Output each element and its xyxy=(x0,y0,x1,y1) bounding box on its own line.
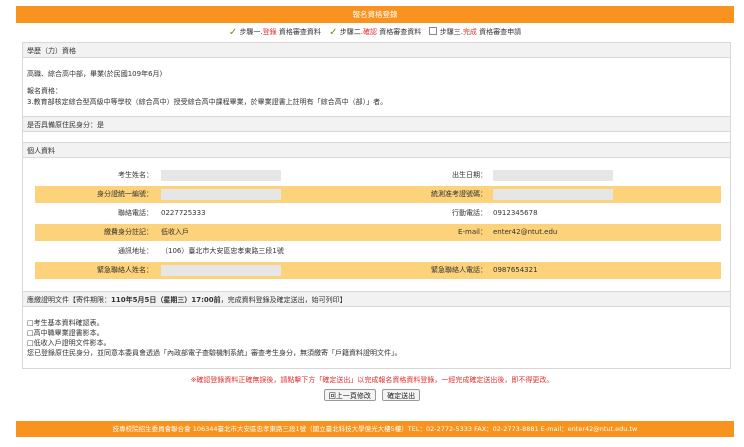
personal-row-name: 考生姓名： 出生日期： xyxy=(35,167,721,184)
page-title: 報名資格登錄 xyxy=(16,6,734,23)
back-button[interactable]: 回上一頁修改 xyxy=(323,389,376,401)
personal-row-id: 身分證統一編號： 統測准考證號碼： xyxy=(35,186,721,203)
emergency-phone-label: 緊急聯絡人電話： xyxy=(431,266,487,274)
unchecked-box-icon xyxy=(429,27,438,35)
address-label: 通訊地址： xyxy=(118,247,153,255)
email-label: E-mail： xyxy=(458,228,487,236)
education-heading: 學歷（力）資格 xyxy=(23,42,730,58)
document-item: □高中職畢業證書影本。 xyxy=(27,329,104,337)
personal-row-fee: 繳費身分註記： 低收入戶 E-mail： enter42@ntut.edu xyxy=(35,224,721,241)
id-value-masked xyxy=(161,189,281,200)
confirm-notice: ※確認登錄資料正確無誤後，請點擊下方「確定送出」以完成報名資格資料登錄，一經完成… xyxy=(190,376,554,384)
documents-heading: 應繳證明文件【寄件期限：110年5月5日（星期三）17:00前，完成資料登錄及確… xyxy=(23,291,730,307)
step-3: 步驟三.完成 資格審查申請 xyxy=(429,27,521,37)
footer-contact: 技專校院招生委員會聯合會 106344臺北市大安區忠孝東路三段1號（國立臺北科技… xyxy=(16,421,734,437)
document-item: □低收入戶證明文件影本。 xyxy=(27,339,111,347)
button-group: 回上一頁修改 確定送出 xyxy=(0,389,744,401)
birth-value-masked xyxy=(493,170,613,181)
education-line: 高職、綜合高中部，畢業(於民國109年6月) xyxy=(27,70,163,78)
progress-steps: ✓ 步驟一.登錄 資格審查資料 ✓ 步驟二.確認 資格審查資料 步驟三.完成 資… xyxy=(16,27,734,39)
submit-button[interactable]: 確定送出 xyxy=(382,389,421,401)
birth-label: 出生日期： xyxy=(452,171,487,179)
mobile-value: 0912345678 xyxy=(493,209,538,217)
eligibility-label: 報名資格： xyxy=(27,87,62,95)
exam-no-value-masked xyxy=(493,189,613,200)
fee-value: 低收入戶 xyxy=(161,228,189,236)
personal-row-emergency: 緊急聯絡人姓名： 緊急聯絡人電話： 0987654321 xyxy=(35,262,721,279)
fee-label: 繳費身分註記： xyxy=(104,228,153,236)
check-icon: ✓ xyxy=(329,27,338,38)
personal-heading: 個人資料 xyxy=(23,142,730,158)
exam-no-label: 統測准考證號碼： xyxy=(431,190,487,198)
step-1: ✓ 步驟一.登錄 資格審查資料 xyxy=(228,27,321,38)
email-value: enter42@ntut.edu xyxy=(493,228,558,236)
emergency-name-masked xyxy=(161,265,281,276)
eligibility-text: 3.教育部核定綜合型高級中等學校（綜合高中）授受綜合高中課程畢業，於畢業證書上註… xyxy=(27,98,388,106)
personal-row-address: 通訊地址： （106）臺北市大安區忠孝東路三段1號 xyxy=(35,243,721,260)
aboriginal-status: 是否具備原住民身分：是 xyxy=(23,116,730,132)
name-label: 考生姓名： xyxy=(118,171,153,179)
phone-value: 0227725333 xyxy=(161,209,206,217)
name-value-masked xyxy=(161,170,281,181)
mobile-label: 行動電話： xyxy=(452,209,487,217)
emergency-phone-value: 0987654321 xyxy=(493,266,538,274)
step-2: ✓ 步驟二.確認 資格審查資料 xyxy=(329,27,422,38)
main-panel: 學歷（力）資格 高職、綜合高中部，畢業(於民國109年6月) 報名資格： 3.教… xyxy=(22,42,731,369)
phone-label: 聯絡電話： xyxy=(118,209,153,217)
emergency-name-label: 緊急聯絡人姓名： xyxy=(97,266,153,274)
address-value: （106）臺北市大安區忠孝東路三段1號 xyxy=(161,247,284,255)
check-icon: ✓ xyxy=(228,27,238,38)
document-item: □考生基本資料確認表。 xyxy=(27,319,104,327)
document-note: 您已登錄原住民身分，並同意本委員會透過「內政部電子查驗機制系統」審查考生身分，無… xyxy=(27,349,402,357)
id-label: 身分證統一編號： xyxy=(97,190,153,198)
personal-row-phone: 聯絡電話： 0227725333 行動電話： 0912345678 xyxy=(35,205,721,222)
